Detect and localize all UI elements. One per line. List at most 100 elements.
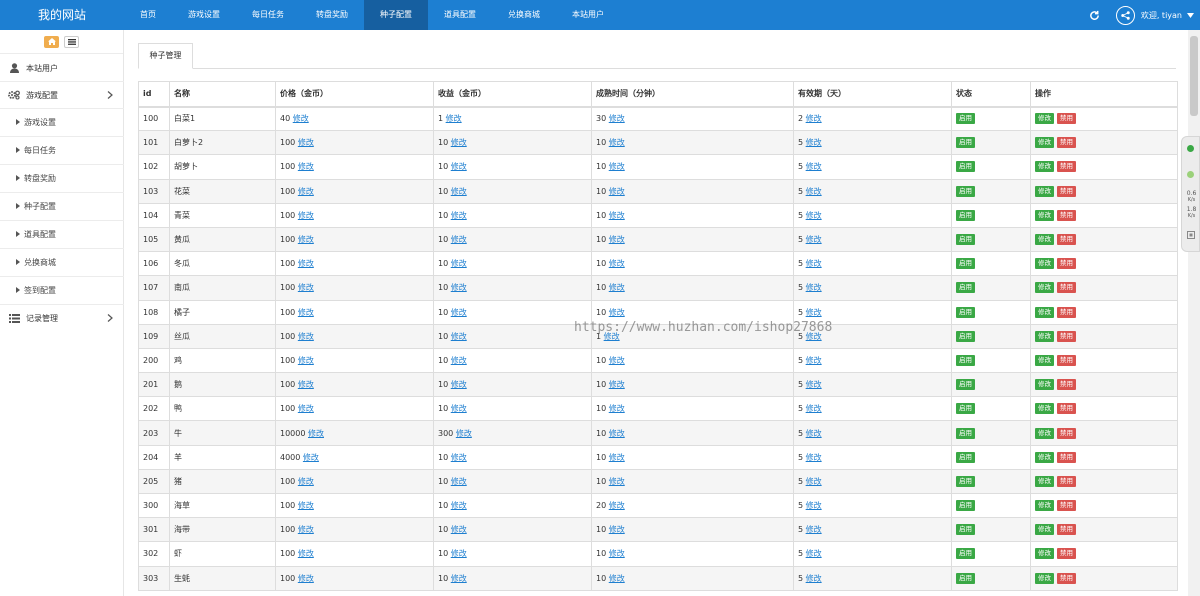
edit-price-link[interactable]: 修改 — [298, 187, 314, 196]
edit-button[interactable]: 修改 — [1035, 234, 1054, 246]
edit-validity-link[interactable]: 修改 — [806, 501, 822, 510]
disable-button[interactable]: 禁用 — [1057, 451, 1076, 463]
edit-validity-link[interactable]: 修改 — [806, 332, 822, 341]
col-header-price[interactable]: 价格（金币） — [275, 81, 434, 108]
col-header-actions[interactable]: 操作 — [1030, 81, 1178, 108]
welcome-text[interactable]: 欢迎, tiyan — [1141, 10, 1182, 21]
disable-button[interactable]: 禁用 — [1057, 209, 1076, 221]
edit-price-link[interactable]: 修改 — [298, 356, 314, 365]
disable-button[interactable]: 禁用 — [1057, 234, 1076, 246]
sidebar-sub-game-settings[interactable]: 游戏设置 — [0, 109, 124, 135]
edit-price-link[interactable]: 修改 — [298, 308, 314, 317]
edit-validity-link[interactable]: 修改 — [806, 259, 822, 268]
edit-price-link[interactable]: 修改 — [298, 283, 314, 292]
sidebar-sub-wheel-rewards[interactable]: 转盘奖励 — [0, 165, 124, 191]
edit-validity-link[interactable]: 修改 — [806, 549, 822, 558]
disable-button[interactable]: 禁用 — [1057, 427, 1076, 439]
edit-price-link[interactable]: 修改 — [308, 429, 324, 438]
col-header-name[interactable]: 名称 — [169, 81, 276, 108]
edit-button[interactable]: 修改 — [1035, 451, 1054, 463]
edit-button[interactable]: 修改 — [1035, 524, 1054, 536]
nav-home[interactable]: 首页 — [124, 0, 172, 30]
disable-button[interactable]: 禁用 — [1057, 403, 1076, 415]
edit-validity-link[interactable]: 修改 — [806, 308, 822, 317]
network-speed-widget[interactable]: 0.6 K/s 1.8 K/s — [1181, 136, 1200, 252]
edit-validity-link[interactable]: 修改 — [806, 283, 822, 292]
edit-time-link[interactable]: 修改 — [609, 259, 625, 268]
edit-income-link[interactable]: 修改 — [456, 429, 472, 438]
edit-time-link[interactable]: 修改 — [609, 283, 625, 292]
edit-validity-link[interactable]: 修改 — [806, 525, 822, 534]
sidebar-item-records[interactable]: 记录管理 — [0, 305, 124, 331]
disable-button[interactable]: 禁用 — [1057, 306, 1076, 318]
edit-income-link[interactable]: 修改 — [451, 574, 467, 583]
status-badge[interactable]: 启用 — [956, 209, 975, 221]
edit-button[interactable]: 修改 — [1035, 137, 1054, 149]
sidebar-sub-item-config[interactable]: 道具配置 — [0, 221, 124, 247]
edit-income-link[interactable]: 修改 — [451, 235, 467, 244]
status-badge[interactable]: 启用 — [956, 403, 975, 415]
nav-daily-tasks[interactable]: 每日任务 — [236, 0, 300, 30]
status-badge[interactable]: 启用 — [956, 185, 975, 197]
edit-income-link[interactable]: 修改 — [451, 453, 467, 462]
edit-time-link[interactable]: 修改 — [609, 429, 625, 438]
edit-validity-link[interactable]: 修改 — [806, 477, 822, 486]
disable-button[interactable]: 禁用 — [1057, 137, 1076, 149]
edit-income-link[interactable]: 修改 — [451, 477, 467, 486]
status-badge[interactable]: 启用 — [956, 475, 975, 487]
edit-price-link[interactable]: 修改 — [298, 525, 314, 534]
edit-validity-link[interactable]: 修改 — [806, 211, 822, 220]
sidebar-sub-signin-config[interactable]: 签到配置 — [0, 277, 124, 303]
nav-wheel-rewards[interactable]: 转盘奖励 — [300, 0, 364, 30]
disable-button[interactable]: 禁用 — [1057, 354, 1076, 366]
edit-button[interactable]: 修改 — [1035, 500, 1054, 512]
edit-income-link[interactable]: 修改 — [451, 162, 467, 171]
disable-button[interactable]: 禁用 — [1057, 379, 1076, 391]
col-header-status[interactable]: 状态 — [951, 81, 1031, 108]
status-badge[interactable]: 启用 — [956, 137, 975, 149]
edit-button[interactable]: 修改 — [1035, 258, 1054, 270]
edit-income-link[interactable]: 修改 — [451, 332, 467, 341]
refresh-icon[interactable] — [1088, 8, 1102, 22]
col-header-validity[interactable]: 有效期（天） — [793, 81, 952, 108]
edit-button[interactable]: 修改 — [1035, 209, 1054, 221]
edit-price-link[interactable]: 修改 — [298, 574, 314, 583]
edit-time-link[interactable]: 修改 — [609, 138, 625, 147]
edit-income-link[interactable]: 修改 — [446, 114, 462, 123]
edit-price-link[interactable]: 修改 — [298, 404, 314, 413]
edit-time-link[interactable]: 修改 — [609, 162, 625, 171]
edit-time-link[interactable]: 修改 — [609, 356, 625, 365]
status-badge[interactable]: 启用 — [956, 113, 975, 125]
status-badge[interactable]: 启用 — [956, 500, 975, 512]
edit-validity-link[interactable]: 修改 — [806, 162, 822, 171]
status-badge[interactable]: 启用 — [956, 548, 975, 560]
edit-button[interactable]: 修改 — [1035, 427, 1054, 439]
edit-income-link[interactable]: 修改 — [451, 187, 467, 196]
col-header-income[interactable]: 收益（金币） — [433, 81, 592, 108]
tab-seed-management[interactable]: 种子管理 — [138, 43, 193, 69]
edit-price-link[interactable]: 修改 — [303, 453, 319, 462]
edit-validity-link[interactable]: 修改 — [806, 187, 822, 196]
avatar[interactable] — [1115, 5, 1135, 25]
edit-price-link[interactable]: 修改 — [298, 162, 314, 171]
edit-time-link[interactable]: 修改 — [609, 187, 625, 196]
disable-button[interactable]: 禁用 — [1057, 524, 1076, 536]
edit-time-link[interactable]: 修改 — [609, 574, 625, 583]
sidebar-sub-seed-config[interactable]: 种子配置 — [0, 193, 124, 219]
disable-button[interactable]: 禁用 — [1057, 548, 1076, 560]
edit-validity-link[interactable]: 修改 — [806, 404, 822, 413]
edit-button[interactable]: 修改 — [1035, 475, 1054, 487]
edit-time-link[interactable]: 修改 — [609, 501, 625, 510]
status-badge[interactable]: 启用 — [956, 330, 975, 342]
sidebar-sub-exchange-shop[interactable]: 兑换商城 — [0, 249, 124, 275]
disable-button[interactable]: 禁用 — [1057, 330, 1076, 342]
edit-validity-link[interactable]: 修改 — [806, 429, 822, 438]
status-badge[interactable]: 启用 — [956, 234, 975, 246]
edit-price-link[interactable]: 修改 — [298, 477, 314, 486]
edit-income-link[interactable]: 修改 — [451, 356, 467, 365]
nav-exchange-shop[interactable]: 兑换商城 — [492, 0, 556, 30]
edit-validity-link[interactable]: 修改 — [806, 235, 822, 244]
nav-site-users[interactable]: 本站用户 — [556, 0, 620, 30]
edit-income-link[interactable]: 修改 — [451, 259, 467, 268]
home-shortcut-button[interactable] — [44, 35, 59, 48]
